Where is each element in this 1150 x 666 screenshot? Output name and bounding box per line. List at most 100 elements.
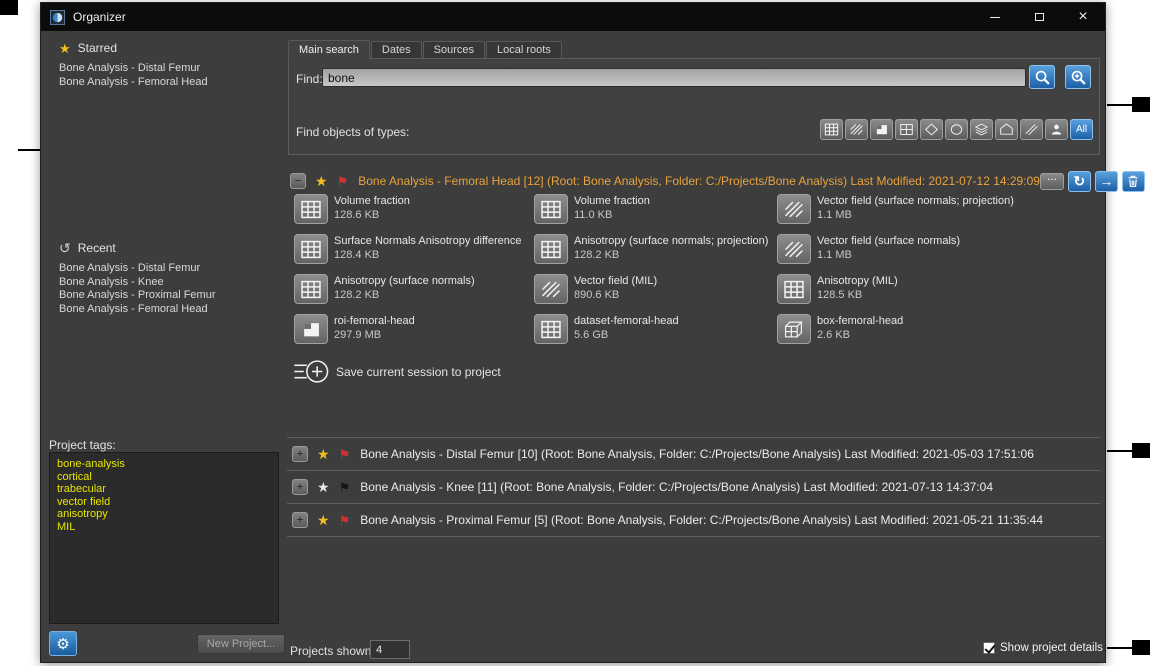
dataset-grid-icon	[777, 274, 811, 304]
expand-button[interactable]: +	[292, 446, 308, 462]
type-button-annotation[interactable]	[1045, 119, 1068, 140]
project-row[interactable]: + ★ ⚑ Bone Analysis - Distal Femur [10] …	[287, 438, 1100, 471]
show-details-control: Show project details	[983, 642, 1103, 654]
star-icon[interactable]: ★	[317, 513, 330, 527]
project-item[interactable]: roi-femoral-head297.9 MB	[294, 314, 534, 354]
callout-line	[1107, 647, 1132, 649]
item-size: 128.5 KB	[817, 289, 898, 302]
project-item[interactable]: Anisotropy (MIL)128.5 KB	[777, 274, 1100, 314]
settings-button[interactable]: ⚙	[49, 631, 77, 656]
expand-button[interactable]: +	[292, 479, 308, 495]
tag-item[interactable]: bone-analysis	[57, 458, 271, 471]
project-tags-listbox[interactable]: bone-analysis cortical trabecular vector…	[49, 452, 279, 624]
item-name: Anisotropy (surface normals)	[334, 274, 475, 288]
project-item[interactable]: Anisotropy (surface normals)128.2 KB	[294, 274, 534, 314]
tag-item[interactable]: cortical	[57, 471, 271, 484]
type-button-multi-roi[interactable]	[895, 119, 918, 140]
dataset-grid-icon	[294, 234, 328, 264]
project-item[interactable]: Anisotropy (surface normals; projection)…	[534, 234, 777, 274]
window-body: ★ Starred Bone Analysis - Distal Femur B…	[41, 31, 1105, 662]
refresh-icon: ↻	[1074, 173, 1086, 190]
recent-item[interactable]: Bone Analysis - Femoral Head	[59, 303, 216, 317]
item-name: Vector field (MIL)	[574, 274, 657, 288]
project-item[interactable]: Surface Normals Anisotropy difference128…	[294, 234, 534, 274]
item-name: box-femoral-head	[817, 314, 903, 328]
recent-item[interactable]: Bone Analysis - Knee	[59, 276, 216, 290]
screenshot-canvas: Organizer × ★ Starred Bone Analysis - Di…	[0, 0, 1150, 666]
collapse-button[interactable]: −	[290, 173, 306, 189]
arrow-right-icon: →	[1099, 173, 1113, 189]
tab-dates[interactable]: Dates	[371, 41, 422, 58]
show-details-checkbox[interactable]	[983, 642, 995, 654]
type-button-vector-field[interactable]	[845, 119, 868, 140]
tab-local-roots[interactable]: Local roots	[486, 41, 562, 58]
item-size: 11.0 KB	[574, 209, 650, 222]
type-button-roi[interactable]	[870, 119, 893, 140]
flag-icon[interactable]: ⚑	[337, 175, 349, 188]
dataset-grid-icon	[534, 194, 568, 224]
flag-icon[interactable]: ⚑	[339, 514, 351, 527]
project-item[interactable]: Vector field (MIL)890.6 KB	[534, 274, 777, 314]
type-button-dataset[interactable]	[820, 119, 843, 140]
starred-item[interactable]: Bone Analysis - Distal Femur	[59, 62, 208, 76]
tag-item[interactable]: anisotropy	[57, 508, 271, 521]
tag-item[interactable]: vector field	[57, 496, 271, 509]
advanced-search-button[interactable]	[1065, 65, 1091, 89]
expand-button[interactable]: +	[292, 512, 308, 528]
tab-sources[interactable]: Sources	[423, 41, 485, 58]
type-button-all[interactable]: All	[1070, 119, 1093, 140]
new-project-button[interactable]: New Project...	[197, 634, 285, 654]
project-item[interactable]: dataset-femoral-head5.6 GB	[534, 314, 777, 354]
starred-item[interactable]: Bone Analysis - Femoral Head	[59, 76, 208, 90]
tag-item[interactable]: MIL	[57, 521, 271, 534]
more-options-button[interactable]: ...	[1040, 173, 1064, 190]
recent-item[interactable]: Bone Analysis - Distal Femur	[59, 262, 216, 276]
project-item[interactable]: Vector field (surface normals)1.1 MB	[777, 234, 1100, 274]
item-name: Anisotropy (surface normals; projection)	[574, 234, 768, 248]
project-item[interactable]: box-femoral-head2.6 KB	[777, 314, 1100, 354]
type-button-shape[interactable]	[920, 119, 943, 140]
star-icon[interactable]: ★	[317, 480, 330, 494]
recent-item[interactable]: Bone Analysis - Proximal Femur	[59, 289, 216, 303]
project-row-expanded[interactable]: − ★ ⚑ Bone Analysis - Femoral Head [12] …	[290, 170, 1100, 192]
projects-shown-input[interactable]	[370, 640, 410, 659]
roi-icon	[874, 123, 889, 136]
project-row[interactable]: + ★ ⚑ Bone Analysis - Proximal Femur [5]…	[287, 504, 1100, 537]
callout-marker	[1132, 640, 1150, 655]
recent-clock-icon: ↺	[59, 241, 71, 255]
item-size: 1.1 MB	[817, 209, 1014, 222]
refresh-button[interactable]: ↻	[1068, 171, 1091, 192]
delete-project-button[interactable]	[1122, 171, 1145, 192]
star-icon[interactable]: ★	[315, 174, 328, 188]
flag-icon[interactable]: ⚑	[339, 481, 351, 494]
flag-icon[interactable]: ⚑	[339, 448, 351, 461]
project-item[interactable]: Vector field (surface normals; projectio…	[777, 194, 1100, 234]
search-button[interactable]	[1029, 65, 1055, 89]
close-button[interactable]: ×	[1061, 3, 1105, 31]
minimize-button[interactable]	[973, 3, 1017, 31]
starred-label: Starred	[78, 41, 117, 55]
tab-main-search[interactable]: Main search	[288, 40, 370, 59]
search-tabs: Main search Dates Sources Local roots	[288, 40, 563, 59]
project-item[interactable]: Volume fraction128.6 KB	[294, 194, 534, 234]
project-row[interactable]: + ★ ⚑ Bone Analysis - Knee [11] (Root: B…	[287, 471, 1100, 504]
tag-item[interactable]: trabecular	[57, 483, 271, 496]
maximize-button[interactable]	[1017, 3, 1061, 31]
type-button-ruler[interactable]	[1020, 119, 1043, 140]
project-item[interactable]: Volume fraction11.0 KB	[534, 194, 777, 234]
project-title: Bone Analysis - Distal Femur [10] (Root:…	[360, 447, 1034, 461]
save-session-button[interactable]: Save current session to project	[292, 357, 501, 386]
item-size: 128.2 KB	[574, 249, 768, 262]
item-size: 1.1 MB	[817, 249, 960, 262]
search-input[interactable]	[322, 68, 1026, 87]
project-actions: ... ↻ →	[1040, 171, 1145, 192]
item-name: dataset-femoral-head	[574, 314, 679, 328]
recent-label: Recent	[78, 241, 116, 255]
project-title: Bone Analysis - Femoral Head [12] (Root:…	[358, 174, 1040, 188]
open-project-button[interactable]: →	[1095, 171, 1118, 192]
type-button-box[interactable]	[995, 119, 1018, 140]
star-icon[interactable]: ★	[317, 447, 330, 461]
item-size: 2.6 KB	[817, 329, 903, 342]
type-button-mesh[interactable]	[970, 119, 993, 140]
type-button-ellipse[interactable]	[945, 119, 968, 140]
